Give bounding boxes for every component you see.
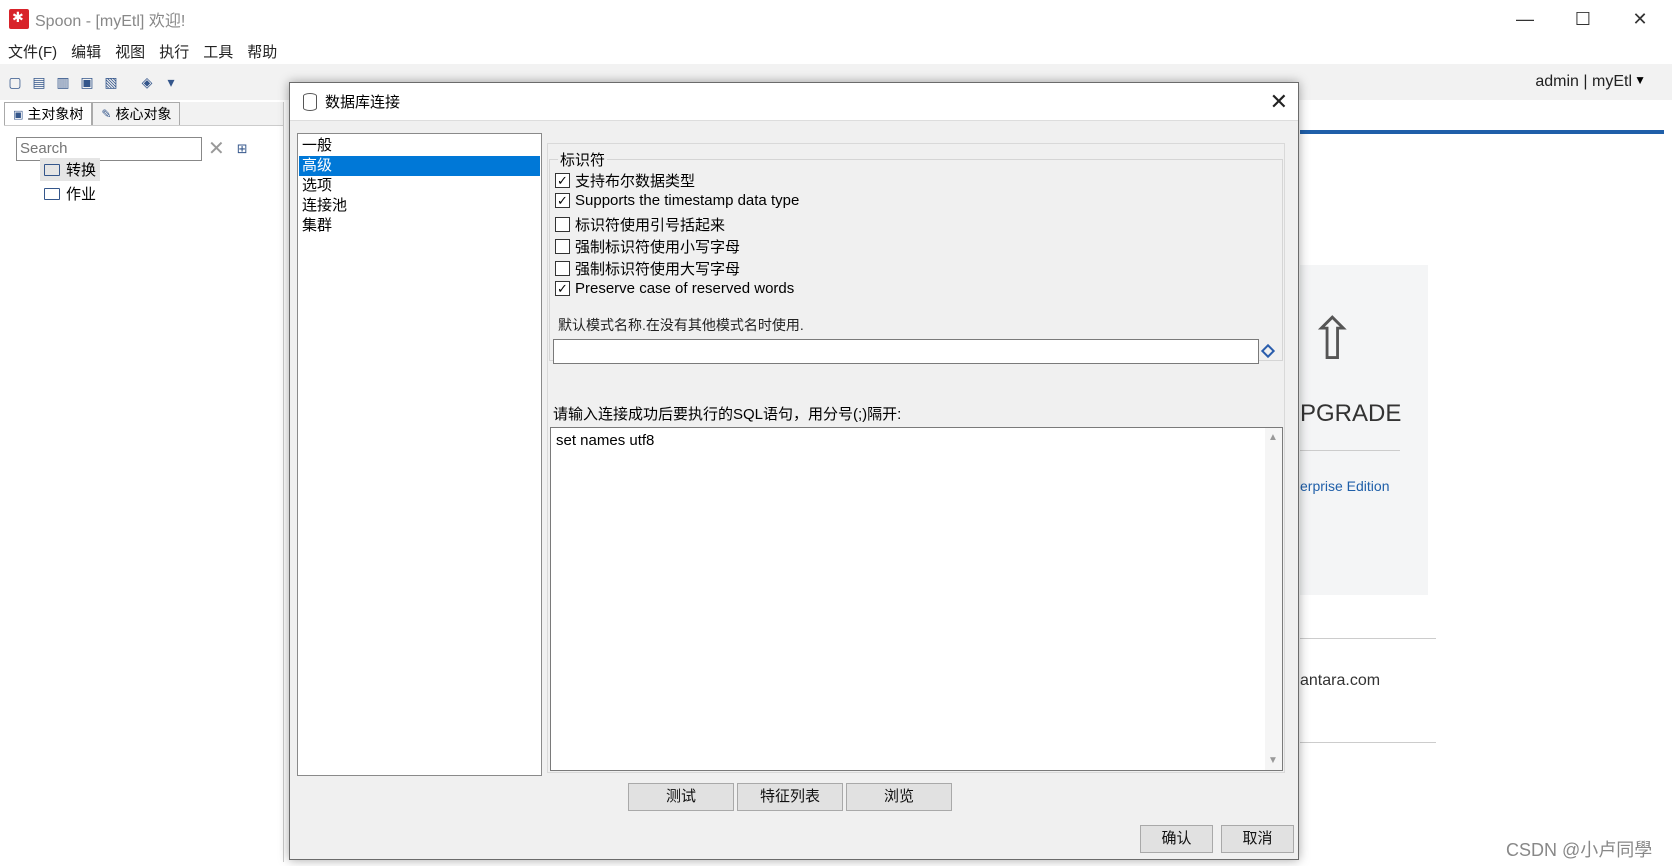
- save-icon[interactable]: ▣: [78, 73, 96, 91]
- upgrade-arrow-icon: ⇧: [1308, 307, 1357, 372]
- checkbox-boolean-type[interactable]: ✓: [555, 173, 570, 188]
- tree-item-label: 转换: [66, 162, 97, 179]
- clear-search-icon[interactable]: ✕: [208, 136, 225, 161]
- tree-item-transformations[interactable]: 转换: [40, 158, 101, 181]
- explore-repository-icon[interactable]: ▥: [54, 73, 72, 91]
- connection-settings-nav: 一般 高级 选项 连接池 集群: [297, 133, 542, 776]
- checkbox-label: 标识符使用引号括起来: [575, 217, 726, 234]
- divider: [1300, 638, 1436, 639]
- menu-edit[interactable]: 编辑: [71, 41, 101, 62]
- browse-button[interactable]: 浏览: [846, 783, 952, 811]
- default-schema-label: 默认模式名称.在没有其他模式名时使用.: [558, 317, 804, 333]
- checkbox-force-uppercase[interactable]: [555, 261, 570, 276]
- open-file-icon[interactable]: ▤: [30, 73, 48, 91]
- welcome-header-bar: [1300, 130, 1664, 134]
- database-icon: [303, 92, 317, 111]
- tab-core-objects-label: 核心对象: [115, 106, 172, 122]
- nav-item-advanced[interactable]: 高级: [299, 156, 540, 176]
- identifier-group-legend: 标识符: [558, 149, 608, 170]
- menu-help[interactable]: 帮助: [247, 41, 277, 62]
- test-button[interactable]: 测试: [628, 783, 734, 811]
- checkbox-label: 强制标识符使用小写字母: [575, 239, 741, 256]
- folder-icon: [44, 187, 60, 200]
- scroll-up-icon[interactable]: ▲: [1268, 432, 1278, 443]
- minimize-button[interactable]: —: [1505, 6, 1545, 32]
- divider: [1300, 450, 1400, 451]
- checkbox-preserve-reserved-case[interactable]: ✓: [555, 281, 570, 296]
- menu-bar: 文件(F) 编辑 视图 执行 工具 帮助: [0, 38, 1672, 64]
- dialog-close-button[interactable]: ✕: [1270, 89, 1288, 115]
- sql-scrollbar[interactable]: ▲ ▼: [1265, 428, 1282, 770]
- spoon-app-icon: [9, 9, 29, 29]
- checkbox-row-reserved-words[interactable]: ✓ Preserve case of reserved words: [555, 280, 794, 297]
- upgrade-heading: PGRADE: [1300, 400, 1402, 427]
- scroll-down-icon[interactable]: ▼: [1268, 755, 1278, 766]
- close-window-button[interactable]: ✕: [1620, 6, 1660, 32]
- nav-item-options[interactable]: 选项: [299, 176, 540, 196]
- tree-tab-icon: ▣: [13, 108, 24, 121]
- checkbox-quote-identifiers[interactable]: [555, 217, 570, 232]
- layers-dropdown-icon[interactable]: ▾: [162, 73, 180, 91]
- window-title: Spoon - [myEtl] 欢迎!: [35, 13, 186, 30]
- checkbox-label: 支持布尔数据类型: [575, 173, 696, 190]
- new-file-icon[interactable]: ▢: [6, 73, 24, 91]
- search-input[interactable]: [16, 136, 202, 161]
- checkbox-row-uppercase[interactable]: 强制标识符使用大写字母: [555, 258, 740, 279]
- default-schema-input[interactable]: [553, 339, 1259, 364]
- expand-tree-icon[interactable]: ⊞: [237, 141, 248, 157]
- init-sql-text[interactable]: set names utf8: [556, 432, 654, 449]
- checkbox-row-boolean[interactable]: ✓ 支持布尔数据类型: [555, 170, 695, 191]
- dialog-title: 数据库连接: [325, 94, 401, 111]
- repository-user: admin | myEtl: [1535, 73, 1632, 90]
- checkbox-row-lowercase[interactable]: 强制标识符使用小写字母: [555, 236, 740, 257]
- dialog-titlebar: 数据库连接 ✕: [290, 83, 1298, 121]
- save-as-icon[interactable]: ▧: [102, 73, 120, 91]
- database-connection-dialog: 数据库连接 ✕ 一般 高级 选项 连接池 集群 标识符 ✓ 支持布尔数据类型 ✓…: [289, 82, 1299, 860]
- checkbox-label: 强制标识符使用大写字母: [575, 261, 741, 278]
- tab-core-objects[interactable]: ✎ 核心对象: [92, 102, 181, 125]
- cancel-button[interactable]: 取消: [1221, 825, 1294, 853]
- menu-run[interactable]: 执行: [159, 41, 189, 62]
- nav-item-clustering[interactable]: 集群: [299, 216, 540, 236]
- init-sql-label: 请输入连接成功后要执行的SQL语句，用分号(;)隔开:: [553, 406, 902, 423]
- tab-main-object-tree-label: 主对象树: [27, 106, 84, 122]
- website-link[interactable]: antara.com: [1300, 672, 1380, 690]
- checkbox-force-lowercase[interactable]: [555, 239, 570, 254]
- menu-tools[interactable]: 工具: [203, 41, 233, 62]
- ok-button[interactable]: 确认: [1140, 825, 1213, 853]
- layers-icon[interactable]: ◈: [138, 73, 156, 91]
- checkbox-label: Preserve case of reserved words: [575, 280, 795, 297]
- enterprise-edition-link[interactable]: erprise Edition: [1300, 478, 1390, 494]
- app-titlebar: Spoon - [myEtl] 欢迎! — ☐ ✕: [0, 0, 1672, 38]
- init-sql-textarea[interactable]: set names utf8 ▲ ▼: [550, 427, 1283, 771]
- checkbox-timestamp-type[interactable]: ✓: [555, 193, 570, 208]
- tab-main-object-tree[interactable]: ▣ 主对象树: [4, 102, 93, 125]
- maximize-button[interactable]: ☐: [1563, 6, 1603, 32]
- checkbox-row-timestamp[interactable]: ✓ Supports the timestamp data type: [555, 192, 799, 209]
- feature-list-button[interactable]: 特征列表: [737, 783, 843, 811]
- nav-item-pooling[interactable]: 连接池: [299, 196, 540, 216]
- divider: [1300, 742, 1436, 743]
- checkbox-label: Supports the timestamp data type: [575, 192, 800, 209]
- checkbox-row-quote-identifiers[interactable]: 标识符使用引号括起来: [555, 214, 725, 235]
- nav-item-general[interactable]: 一般: [299, 136, 540, 156]
- pencil-icon: ✎: [101, 107, 112, 121]
- left-panel: ▣ 主对象树 ✎ 核心对象 ✕ ⊞ 转换 作业: [4, 102, 284, 862]
- left-tab-bar: ▣ 主对象树 ✎ 核心对象: [4, 102, 283, 126]
- folder-icon: [44, 163, 60, 176]
- menu-file[interactable]: 文件(F): [8, 41, 57, 62]
- watermark: CSDN @小卢同學: [1506, 840, 1653, 860]
- tree-item-label: 作业: [66, 186, 97, 203]
- tree-item-jobs[interactable]: 作业: [40, 182, 100, 205]
- user-dropdown-icon[interactable]: ▼: [1634, 73, 1646, 87]
- menu-view[interactable]: 视图: [115, 41, 145, 62]
